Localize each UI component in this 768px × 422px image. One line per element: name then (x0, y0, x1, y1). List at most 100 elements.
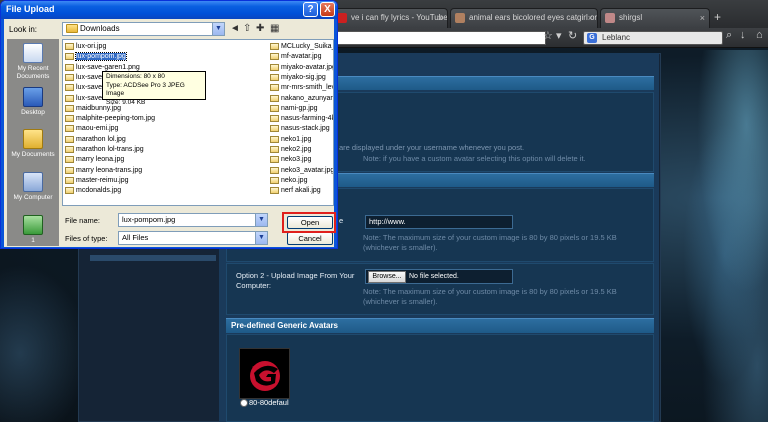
browse-button[interactable]: Browse... (368, 271, 406, 283)
tab-youtube[interactable]: ve i can fly lyrics - YouTube × (332, 8, 448, 28)
chevron-down-icon[interactable]: ▼ (255, 232, 267, 244)
file-list-item[interactable]: MCLucky_Suika_lo (270, 42, 333, 51)
chevron-down-icon[interactable]: ▼ (255, 214, 267, 226)
image-url-input[interactable]: http://www. (365, 215, 513, 229)
avatar-option-default[interactable] (239, 348, 290, 399)
file-list-item[interactable]: marathon lol.jpg (65, 135, 270, 144)
file-name-text: lux-pompom.jpg (75, 52, 127, 62)
tab-close-icon[interactable]: × (438, 9, 443, 27)
file-name-text: mr-mrs-smith_levi (281, 84, 334, 92)
search-icon[interactable]: ⌕ (726, 29, 732, 42)
open-button-highlight (282, 212, 336, 233)
file-list-item[interactable]: neko.jpg (270, 176, 333, 185)
dialog-title-bar[interactable]: File Upload ? X (1, 1, 337, 19)
place-desktop[interactable]: Desktop (7, 87, 59, 117)
file-name-text: malphite-peeping-tom.jpg (76, 115, 155, 123)
file-name-text: marry leona-trans.jpg (76, 166, 143, 174)
download-icon[interactable]: ↓ (740, 29, 746, 41)
file-name-text: mcdonalds.jpg (76, 187, 122, 195)
tab-close-icon[interactable]: × (700, 9, 705, 27)
custom-avatar-delete-note: Note: if you have a custom avatar select… (363, 154, 586, 163)
file-name-text: neko2.jpg (281, 146, 312, 153)
tooltip-size: Size: 9.04 KB (106, 98, 146, 106)
close-button[interactable]: X (320, 2, 335, 17)
home-icon[interactable]: ⌂ (756, 29, 763, 41)
bookmark-star-icon[interactable]: ☆ (543, 29, 553, 42)
tab-animal-ears[interactable]: animal ears bicolored eyes catgirl origi… (450, 8, 598, 28)
garena-logo-icon (250, 361, 280, 391)
image-file-icon (270, 166, 279, 174)
place-label: My Recent Documents (16, 65, 50, 80)
place-network[interactable]: 1 (7, 215, 59, 245)
file-name-text: nasus-stack.jpg (281, 125, 330, 133)
new-folder-icon[interactable]: ✚ (256, 23, 264, 35)
image-file-icon (65, 43, 74, 50)
file-list-item[interactable]: nami-gp.jpg (270, 104, 333, 113)
file-list-item[interactable]: nakano_azunyan_ (270, 94, 333, 103)
dropdown-arrow-icon[interactable]: ▾ (556, 29, 562, 42)
image-file-icon (270, 115, 279, 123)
image-file-icon (270, 187, 279, 195)
image-file-icon (270, 53, 279, 61)
look-in-dropdown[interactable]: Downloads ▼ (62, 22, 225, 36)
avatar-radio-button[interactable] (240, 399, 248, 407)
avatar-display-note: are displayed under your username whenev… (339, 143, 525, 152)
my-documents-icon (23, 129, 43, 149)
file-list-item[interactable]: maou-emi.jpg (65, 124, 270, 133)
file-list-item[interactable]: nasus-stack.jpg (270, 124, 333, 133)
new-tab-button[interactable]: + (714, 10, 721, 24)
image-file-icon (270, 176, 279, 184)
file-list-item[interactable]: lux-pompom.jpg (65, 52, 270, 62)
file-list-item[interactable]: marry leona.jpg (65, 155, 270, 164)
desktop-icon (23, 87, 43, 107)
file-list-item[interactable]: mcdonalds.jpg (65, 186, 270, 195)
tab-shirgsl[interactable]: shirgsl × (600, 8, 710, 28)
option1-label-fragment: e (339, 216, 344, 225)
file-list-item[interactable]: miyako-avatar.jpg (270, 63, 333, 72)
back-icon[interactable]: ◄ (230, 23, 240, 35)
file-list-item[interactable]: neko1.jpg (270, 135, 333, 144)
file-name-label: File name: (65, 216, 101, 225)
help-button[interactable]: ? (303, 2, 318, 17)
reload-icon[interactable]: ↻ (568, 29, 577, 42)
sidebar-strip (90, 255, 216, 261)
file-list-item[interactable]: malphite-peeping-tom.jpg (65, 114, 270, 123)
file-list-item[interactable]: mf-avatar.jpg (270, 52, 333, 61)
file-list-item[interactable]: master-reimu.jpg (65, 176, 270, 185)
file-list-item[interactable]: neko3_avatar.jpg (270, 166, 333, 175)
file-name-text: MCLucky_Suika_lo (281, 43, 333, 50)
cancel-button[interactable]: Cancel (287, 232, 333, 245)
file-list-item[interactable]: neko3.jpg (270, 155, 333, 164)
file-list-item[interactable]: lux-ori.jpg (65, 42, 270, 51)
network-icon (23, 215, 43, 235)
file-list-item[interactable]: neko2.jpg (270, 145, 333, 154)
folder-icon (66, 24, 78, 33)
address-bar[interactable] (336, 31, 546, 45)
file-name-text: lux-save (76, 73, 103, 81)
view-menu-icon[interactable]: ▦ (270, 23, 279, 35)
file-list-item[interactable]: miyako-sig.jpg (270, 73, 333, 82)
file-name-combo[interactable]: lux-pompom.jpg ▼ (118, 213, 268, 227)
file-list-item[interactable]: mr-mrs-smith_levi (270, 83, 333, 92)
tab-close-icon[interactable]: × (588, 9, 593, 27)
file-name-text: marathon lol-trans.jpg (76, 146, 144, 153)
place-my-documents[interactable]: My Documents (7, 129, 59, 159)
file-list[interactable]: lux-ori.jpg lux-pompom.jpg lux-save-garen1… (62, 39, 334, 206)
file-list-item[interactable]: marry leona-trans.jpg (65, 166, 270, 175)
file-list-item[interactable]: nerf akali.jpg (270, 186, 333, 195)
search-box[interactable]: G Leblanc (583, 31, 723, 45)
up-folder-icon[interactable]: ⇧ (243, 23, 251, 35)
place-label: My Documents (11, 151, 55, 158)
image-file-icon (270, 73, 279, 81)
chevron-down-icon[interactable]: ▼ (212, 23, 224, 35)
place-my-computer[interactable]: My Computer (7, 172, 59, 202)
image-file-icon (65, 146, 74, 153)
file-name-text: neko.jpg (281, 176, 308, 184)
file-list-item[interactable]: nasus-farming-4k (270, 114, 333, 123)
place-recent-documents[interactable]: My Recent Documents (7, 43, 59, 81)
my-computer-icon (23, 172, 43, 192)
image-file-icon (270, 104, 279, 112)
predefined-avatars-title: Pre-defined Generic Avatars (231, 321, 339, 330)
file-list-item[interactable]: marathon lol-trans.jpg (65, 145, 270, 154)
file-type-dropdown[interactable]: All Files ▼ (118, 231, 268, 245)
